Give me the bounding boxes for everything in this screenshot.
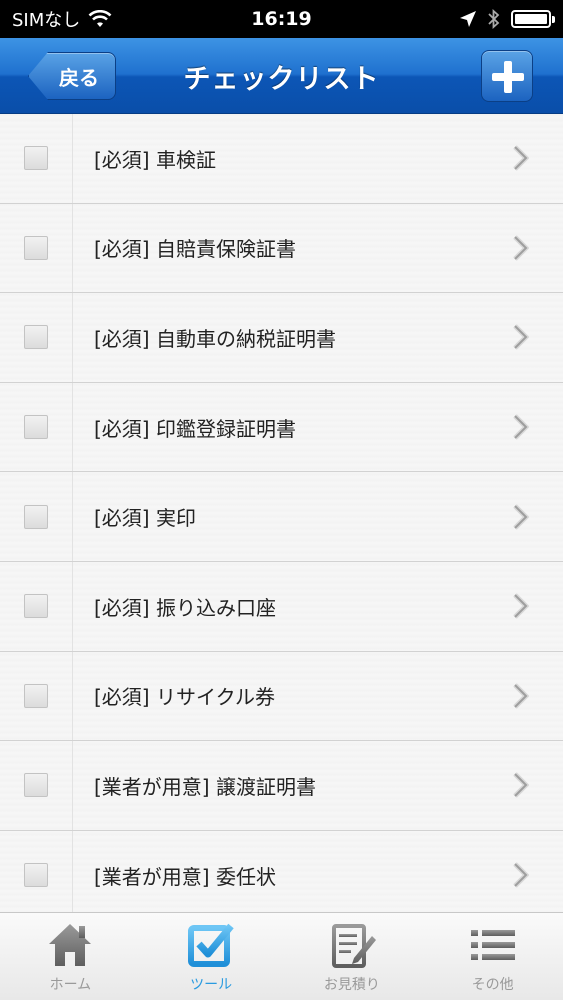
item-label: [業者が用意] 譲渡証明書 bbox=[94, 774, 316, 799]
item-checkbox[interactable] bbox=[24, 235, 48, 260]
tab-other[interactable]: その他 bbox=[422, 913, 563, 1000]
item-label: [必須] 自動車の納税証明書 bbox=[94, 326, 336, 351]
checklist-item[interactable]: [必須] 自動車の納税証明書 bbox=[0, 293, 563, 383]
chevron-right-icon bbox=[513, 503, 529, 530]
home-icon bbox=[49, 924, 92, 966]
item-label: [必須] 自賠責保険証書 bbox=[94, 237, 296, 262]
tab-label: その他 bbox=[471, 977, 514, 993]
checklist-item[interactable]: [必須] 自賠責保険証書 bbox=[0, 204, 563, 294]
wifi-icon bbox=[88, 10, 112, 27]
item-label: [必須] 振り込み口座 bbox=[94, 595, 276, 620]
checklist-item[interactable]: [業者が用意] 譲渡証明書 bbox=[0, 741, 563, 831]
list-icon bbox=[470, 930, 515, 960]
chevron-right-icon bbox=[513, 772, 529, 799]
item-checkbox[interactable] bbox=[24, 683, 48, 708]
item-label: [業者が用意] 委任状 bbox=[94, 864, 276, 889]
checklist-item[interactable]: [必須] 車検証 bbox=[0, 114, 563, 204]
bluetooth-icon bbox=[488, 9, 500, 29]
add-button[interactable] bbox=[481, 50, 533, 102]
tab-label: お見積り bbox=[323, 977, 380, 993]
nav-bar: チェックリスト 戻る bbox=[0, 38, 563, 114]
checklist-item[interactable]: [必須] 実印 bbox=[0, 472, 563, 562]
carrier-label: SIMなし bbox=[12, 10, 81, 31]
item-checkbox[interactable] bbox=[24, 594, 48, 619]
item-label: [必須] リサイクル券 bbox=[94, 685, 275, 710]
chevron-right-icon bbox=[513, 145, 529, 172]
checkbox-icon bbox=[188, 923, 234, 967]
checklist-item[interactable]: [必須] リサイクル券 bbox=[0, 652, 563, 742]
chevron-right-icon bbox=[513, 414, 529, 440]
tab-bar: ホーム ツール お見積り その他 bbox=[0, 912, 563, 1000]
item-checkbox[interactable] bbox=[24, 773, 48, 798]
chevron-right-icon bbox=[513, 593, 529, 620]
chevron-right-icon bbox=[513, 235, 529, 261]
item-label: [必須] 実印 bbox=[94, 506, 196, 531]
tab-tools[interactable]: ツール bbox=[141, 913, 282, 1000]
item-label: [必須] 車検証 bbox=[94, 147, 216, 172]
chevron-right-icon bbox=[513, 683, 529, 709]
item-checkbox[interactable] bbox=[24, 863, 48, 888]
item-checkbox[interactable] bbox=[24, 325, 48, 350]
battery-icon bbox=[511, 10, 555, 28]
item-checkbox[interactable] bbox=[24, 504, 48, 529]
estimate-icon bbox=[331, 924, 376, 968]
chevron-right-icon bbox=[513, 324, 529, 351]
status-bar: SIMなし 16:19 bbox=[0, 0, 563, 38]
status-right bbox=[459, 9, 555, 29]
tab-label: ホーム bbox=[49, 977, 92, 993]
item-label: [必須] 印鑑登録証明書 bbox=[94, 416, 296, 441]
location-arrow-icon bbox=[460, 11, 476, 27]
checklist-item[interactable]: [業者が用意] 委任状 bbox=[0, 831, 563, 912]
plus-icon bbox=[492, 61, 524, 93]
tab-label: ツール bbox=[190, 977, 233, 993]
checklist-item[interactable]: [必須] 振り込み口座 bbox=[0, 562, 563, 652]
item-checkbox[interactable] bbox=[24, 146, 48, 171]
tab-estimate[interactable]: お見積り bbox=[282, 913, 423, 1000]
checklist: [必須] 車検証 [必須] 自賠責保険証書 [必須] 自動車の納税証明書 [必須] 印… bbox=[0, 114, 563, 912]
checklist-item[interactable]: [必須] 印鑑登録証明書 bbox=[0, 383, 563, 473]
item-checkbox[interactable] bbox=[24, 415, 48, 440]
chevron-right-icon bbox=[513, 862, 529, 888]
tab-home[interactable]: ホーム bbox=[0, 913, 141, 1000]
status-left: SIMなし bbox=[12, 6, 112, 32]
